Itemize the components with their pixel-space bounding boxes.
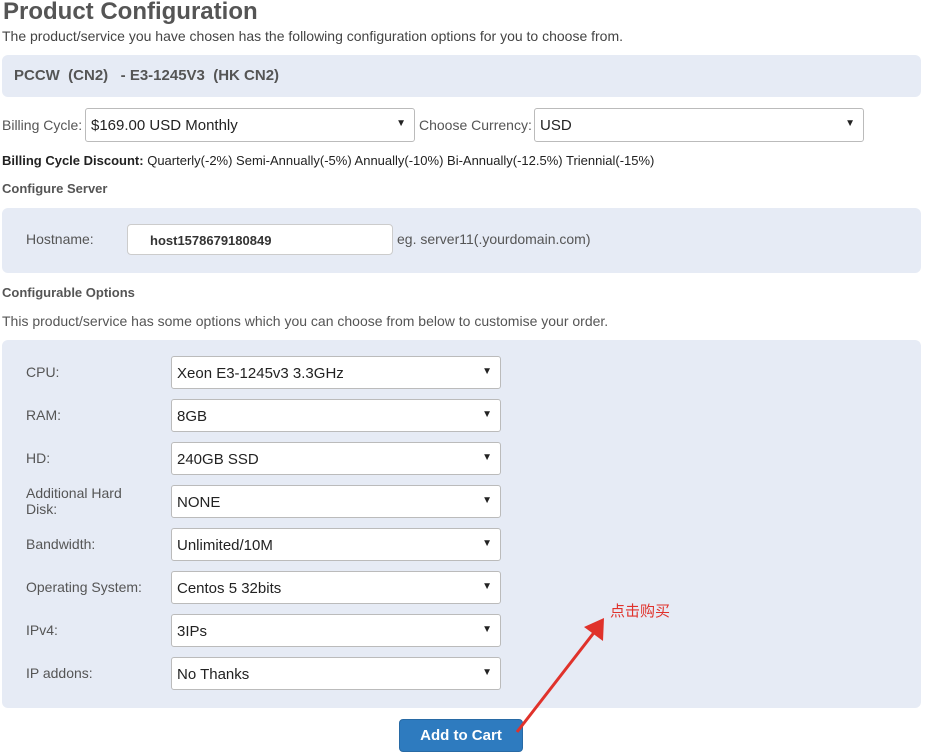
annotation-arrow [515,618,604,733]
click-to-buy-annotation: 点击购买 [610,603,671,620]
arrow-shaft [515,629,598,733]
arrow-head [584,618,604,641]
